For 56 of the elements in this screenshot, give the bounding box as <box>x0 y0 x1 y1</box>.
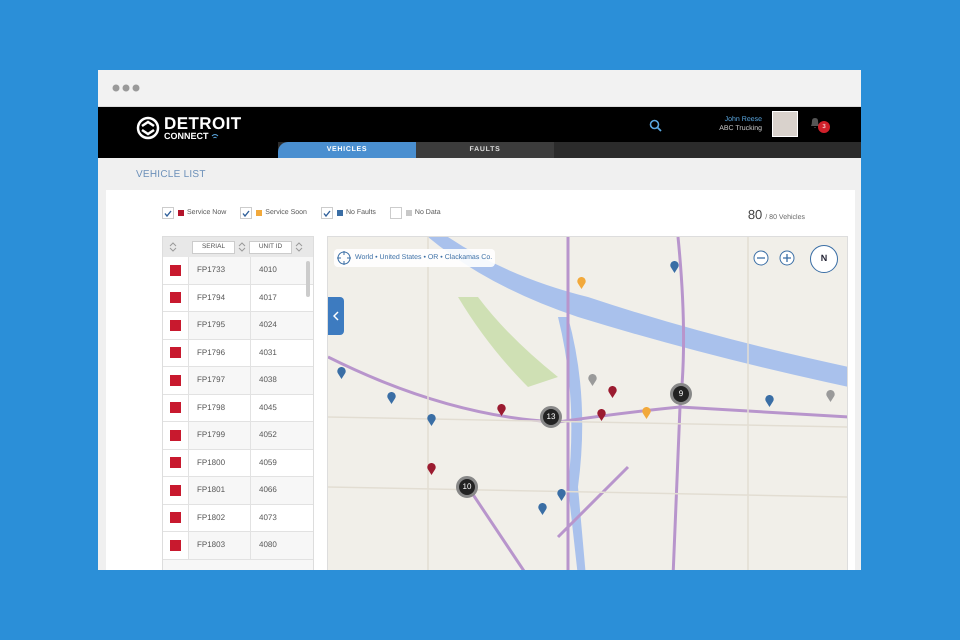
table-cell: FP1794 <box>189 284 251 311</box>
bell-icon[interactable] <box>810 117 820 129</box>
scrollbar[interactable] <box>306 261 310 297</box>
map-pin-icon[interactable] <box>538 503 546 515</box>
crosshair-icon[interactable] <box>337 251 351 265</box>
map-pin-icon[interactable] <box>764 395 774 407</box>
table-cell: FP1803 <box>189 532 251 558</box>
table-cell-text: 4017 <box>258 292 278 304</box>
page-title: VEHICLE LIST <box>136 168 206 182</box>
collapse-button[interactable] <box>328 297 344 335</box>
table-cell: FP1798 <box>189 394 251 421</box>
logo-title: DETROIT <box>164 115 242 132</box>
map-pin-icon[interactable] <box>596 409 606 421</box>
table-cell-text: 4073 <box>258 512 278 524</box>
table-cell-text: 4059 <box>258 456 278 469</box>
search-icon[interactable] <box>649 119 662 132</box>
table-cell: FP1733 <box>189 257 251 284</box>
checkbox[interactable] <box>320 207 333 219</box>
wifi-icon <box>210 134 218 140</box>
table-cell-text: 4052 <box>258 429 278 442</box>
checkbox[interactable] <box>390 207 402 219</box>
window-dots-icon[interactable] <box>112 84 140 92</box>
checkbox[interactable] <box>240 207 252 219</box>
table-cell: FP1800 <box>189 450 251 476</box>
zoom-out-button[interactable] <box>753 250 769 266</box>
zoom-in-button[interactable] <box>779 250 795 266</box>
logo-subtitle: CONNECT <box>164 132 208 141</box>
map-pin-icon[interactable] <box>426 463 436 475</box>
table-cell-text: 4066 <box>258 484 278 496</box>
table-cell: FP1795 <box>189 312 251 338</box>
map-pin-icon[interactable] <box>426 414 436 426</box>
table-cell-text: 4031 <box>258 346 278 359</box>
table-cell: FP1797 <box>189 367 251 394</box>
logo-icon <box>136 116 160 140</box>
table-cell: FP1802 <box>189 504 251 531</box>
chevron-left-icon <box>333 311 339 321</box>
table-cell: FP1796 <box>189 340 251 366</box>
compass-control[interactable]: N <box>810 245 838 273</box>
map-pin-icon[interactable] <box>496 404 506 416</box>
table-cell-text: 4010 <box>258 264 278 276</box>
cluster-marker[interactable]: 13 <box>540 406 562 428</box>
table-cell-text: 4045 <box>258 402 278 414</box>
table-cell-text: 4024 <box>258 319 278 332</box>
cluster-marker[interactable]: 10 <box>456 476 478 498</box>
table-cell: FP1799 <box>189 422 251 448</box>
map-pin-icon[interactable] <box>608 386 616 398</box>
map-pin-icon[interactable] <box>670 261 678 273</box>
table-cell-text: 4038 <box>258 374 278 386</box>
table-cell: FP1801 <box>189 477 251 504</box>
table-cell-text: 4080 <box>258 539 278 552</box>
vehicle-count: 80 <box>748 206 762 224</box>
map-pin-icon[interactable] <box>556 489 566 501</box>
checkbox[interactable] <box>162 207 174 219</box>
map-pin-icon[interactable] <box>336 367 346 379</box>
cluster-marker[interactable]: 9 <box>670 383 692 405</box>
map-pin-icon[interactable] <box>386 392 396 404</box>
